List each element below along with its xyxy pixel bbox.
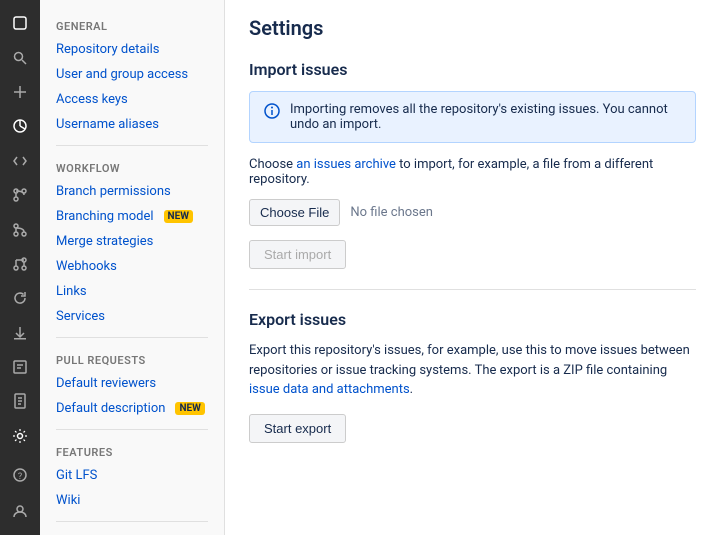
git-icon[interactable] [4,180,36,210]
section-divider [249,289,696,290]
features-section-title: FEATURES [40,438,224,463]
settings-icon[interactable] [4,421,36,451]
nav-links[interactable]: Links [40,279,224,304]
import-section-title: Import issues [249,60,696,79]
issue-data-attachments-link[interactable]: issue data and attachments [249,382,410,397]
nav-user-group-access[interactable]: User and group access [40,62,224,87]
nav-git-lfs[interactable]: Git LFS [40,463,224,488]
branching-model-badge: NEW [164,210,193,223]
export-section-title: Export issues [249,310,696,329]
nav-access-keys[interactable]: Access keys [40,87,224,112]
issues-list-icon[interactable] [4,352,36,382]
pull-requests-section-title: PULL REQUESTS [40,346,224,371]
divider-1 [56,145,208,146]
issues-section-title: ISSUES [40,530,224,535]
nav-branching-model[interactable]: Branching model NEW [40,204,224,229]
page-title: Settings [249,16,696,40]
divider-3 [56,429,208,430]
docs-icon[interactable] [4,386,36,416]
general-section-title: GENERAL [40,12,224,37]
download-icon[interactable] [4,318,36,348]
box-icon[interactable] [4,8,36,38]
nav-username-aliases[interactable]: Username aliases [40,112,224,137]
file-upload-row: Choose File No file chosen [249,199,696,226]
start-import-button[interactable]: Start import [249,240,346,269]
nav-repository-details[interactable]: Repository details [40,37,224,62]
plus-icon[interactable] [4,77,36,107]
default-description-badge: NEW [175,402,204,415]
refresh-icon[interactable] [4,283,36,313]
alert-info-icon [264,103,280,123]
main-content: Settings Import issues Importing removes… [225,0,720,535]
file-name-text: No file chosen [350,205,433,220]
divider-4 [56,521,208,522]
pr-icon[interactable] [4,249,36,279]
search-icon[interactable] [4,42,36,72]
nav-branch-permissions[interactable]: Branch permissions [40,179,224,204]
icon-sidebar: ? [0,0,40,535]
svg-text:?: ? [18,472,22,482]
divider-2 [56,337,208,338]
import-description: Choose an issues archive to import, for … [249,157,696,187]
workflow-section-title: WORKFLOW [40,154,224,179]
avatar-icon[interactable] [4,495,36,527]
import-alert: Importing removes all the repository's e… [249,91,696,143]
code-icon[interactable] [4,146,36,176]
nav-merge-strategies[interactable]: Merge strategies [40,229,224,254]
merge-icon[interactable] [4,214,36,244]
nav-default-description[interactable]: Default description NEW [40,396,224,421]
start-export-button[interactable]: Start export [249,414,346,443]
nav-wiki[interactable]: Wiki [40,488,224,513]
nav-sidebar: GENERAL Repository details User and grou… [40,0,225,535]
export-description: Export this repository's issues, for exa… [249,341,696,400]
issues-archive-link[interactable]: an issues archive [296,157,396,172]
help-icon[interactable]: ? [4,459,36,491]
choose-file-button[interactable]: Choose File [249,199,340,226]
chart-icon[interactable] [4,111,36,141]
nav-default-description-label: Default description [56,401,165,416]
nav-branching-model-label: Branching model [56,209,154,224]
nav-services[interactable]: Services [40,304,224,329]
nav-webhooks[interactable]: Webhooks [40,254,224,279]
nav-default-reviewers[interactable]: Default reviewers [40,371,224,396]
import-alert-text: Importing removes all the repository's e… [290,102,681,132]
